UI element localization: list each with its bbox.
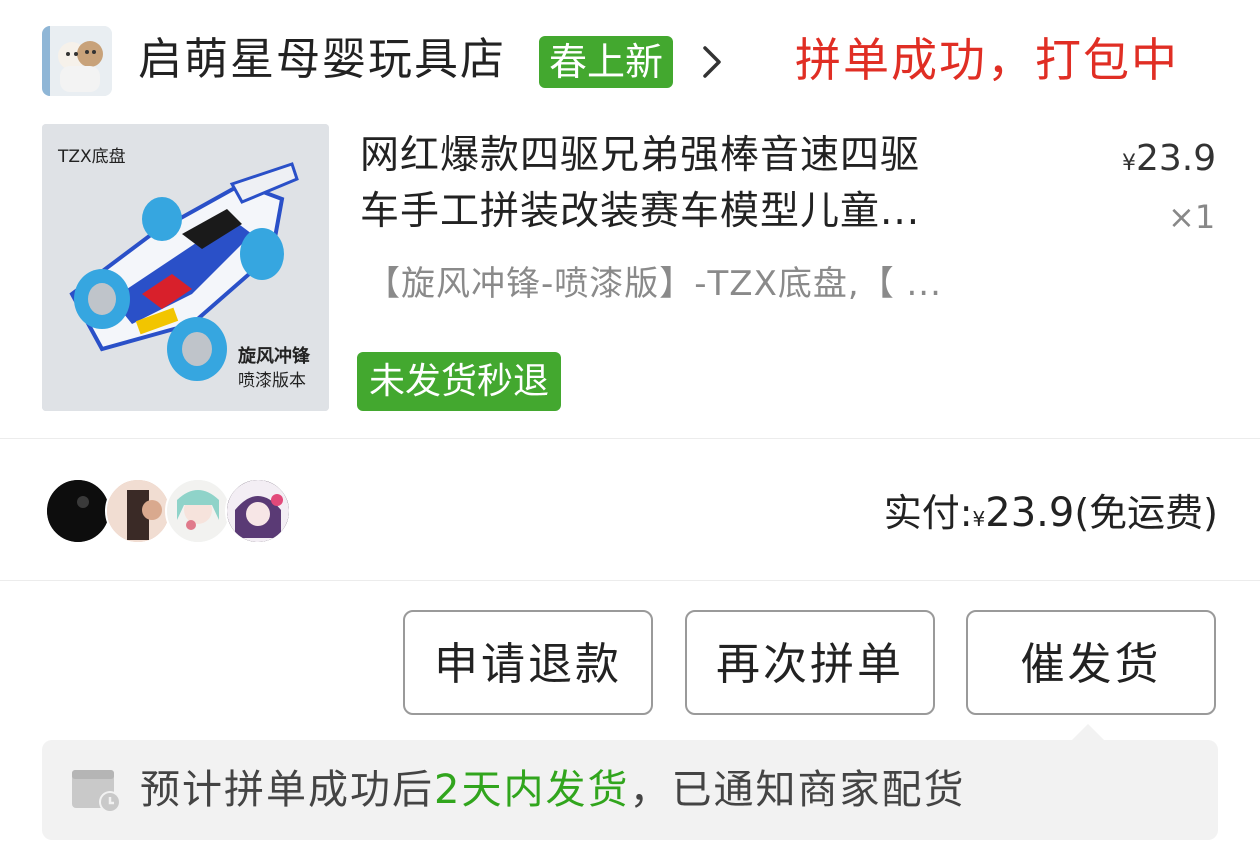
- avatar: [165, 478, 231, 544]
- paid-amount: 实付:¥23.9(免运费): [884, 482, 1218, 537]
- calendar-clock-icon: [70, 768, 124, 814]
- product-title-line1: 网红爆款四驱兄弟强棒音速四驱: [360, 133, 921, 178]
- group-member-avatars[interactable]: [45, 478, 295, 544]
- divider: [0, 438, 1260, 439]
- product-thumbnail[interactable]: TZX底盘 旋风冲锋 喷漆版本: [42, 124, 329, 411]
- shipping-note: (免运费): [1074, 491, 1218, 535]
- avatar: [45, 478, 111, 544]
- thumbnail-caption: 旋风冲锋: [238, 346, 310, 367]
- chevron-right-icon[interactable]: [697, 44, 727, 80]
- product-price: ¥23.9: [1122, 138, 1216, 179]
- refund-promise-badge: 未发货秒退: [357, 352, 562, 411]
- shop-name[interactable]: 启萌星母婴玩具店: [138, 30, 506, 90]
- price-currency: ¥: [1122, 151, 1136, 176]
- notice-prefix: 预计拼单成功后: [140, 767, 434, 813]
- thumbnail-tag: TZX底盘: [58, 147, 126, 167]
- price-value: 23.9: [1136, 138, 1217, 179]
- paid-label: 实付:: [883, 491, 973, 535]
- urge-shipping-button[interactable]: 催发货: [966, 610, 1216, 715]
- product-title[interactable]: 网红爆款四驱兄弟强棒音速四驱 车手工拼装改装赛车模型儿童...: [360, 128, 1060, 240]
- shipping-notice-text: 预计拼单成功后2天内发货，已通知商家配货: [140, 760, 965, 820]
- paid-currency: ¥: [972, 507, 986, 531]
- product-title-line2: 车手工拼装改装赛车模型儿童...: [360, 189, 921, 234]
- notice-suffix: ，已通知商家配货: [629, 767, 966, 813]
- request-refund-button[interactable]: 申请退款: [403, 610, 653, 715]
- avatar: [105, 478, 171, 544]
- thumbnail-subcaption: 喷漆版本: [238, 371, 306, 391]
- regroup-button[interactable]: 再次拼单: [685, 610, 935, 715]
- notice-highlight: 2天内发货: [434, 767, 630, 813]
- product-quantity: ×1: [1168, 198, 1216, 236]
- new-arrival-badge: 春上新: [539, 36, 674, 88]
- avatar: [225, 478, 291, 544]
- shop-avatar[interactable]: [42, 26, 112, 96]
- divider: [0, 580, 1260, 581]
- order-status: 拼单成功，打包中: [795, 33, 1179, 87]
- paid-value: 23.9: [985, 490, 1075, 536]
- product-spec: 【旋风冲锋-喷漆版】-TZX底盘,【 ...: [366, 264, 942, 304]
